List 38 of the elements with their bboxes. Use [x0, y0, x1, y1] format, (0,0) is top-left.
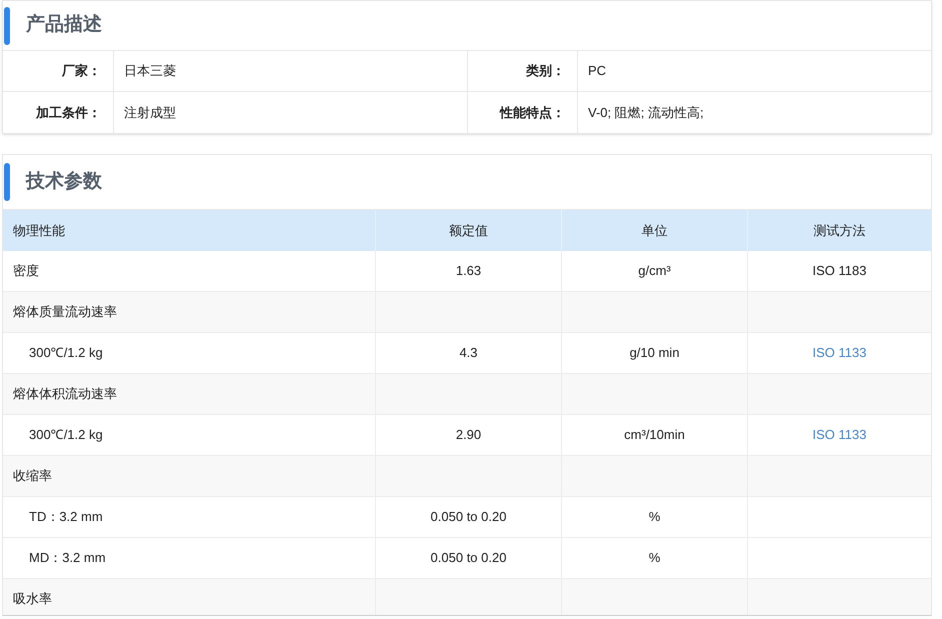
- method-link[interactable]: ISO 1133: [812, 343, 866, 363]
- table-cell-text: 收缩率: [13, 467, 52, 486]
- table-cell-text: MD：3.2 mm: [29, 549, 106, 568]
- method-link[interactable]: ISO 1133: [812, 425, 866, 445]
- table-cell-text: 熔体质量流动速率: [13, 303, 117, 322]
- column-header: 额定值: [449, 222, 488, 240]
- accent-bar: [4, 163, 10, 201]
- table-cell-text: g/10 min: [630, 344, 680, 362]
- table-cell-text: 密度: [13, 262, 39, 280]
- field-value: 注射成型: [124, 104, 176, 122]
- table-cell-text: %: [648, 508, 660, 526]
- table-cell-text: 0.050 to 0.20: [430, 549, 506, 568]
- table-cell-text: 300℃/1.2 kg: [29, 344, 103, 362]
- table-cell-text: 2.90: [456, 426, 482, 444]
- table-cell-text: ISO 1183: [812, 262, 866, 280]
- field-label: 类别：: [526, 62, 565, 80]
- section-title: 技术参数: [26, 170, 102, 194]
- table-cell-text: TD：3.2 mm: [29, 508, 103, 526]
- field-label: 加工条件：: [36, 104, 101, 122]
- column-header: 物理性能: [13, 222, 65, 240]
- table-cell-text: cm³/10min: [624, 426, 685, 444]
- table-cell-text: 1.63: [456, 262, 482, 280]
- accent-bar: [4, 6, 10, 44]
- table-cell-text: 300℃/1.2 kg: [29, 426, 103, 444]
- table-cell-text: 吸水率: [13, 590, 52, 608]
- section-title: 产品描述: [26, 12, 102, 38]
- field-value: V-0; 阻燃; 流动性高;: [588, 104, 704, 122]
- table-cell-text: %: [648, 549, 660, 568]
- table-cell-text: 4.3: [459, 344, 478, 362]
- field-value: PC: [588, 62, 606, 80]
- table-cell-text: 0.050 to 0.20: [430, 508, 506, 526]
- field-value: 日本三菱: [124, 62, 176, 80]
- field-label: 性能特点：: [500, 104, 565, 122]
- table-cell-text: g/cm³: [638, 262, 671, 280]
- table-cell-text: 熔体体积流动速率: [13, 385, 117, 404]
- column-header: 测试方法: [814, 222, 866, 240]
- column-header: 单位: [642, 222, 668, 240]
- field-label: 厂家：: [62, 62, 101, 80]
